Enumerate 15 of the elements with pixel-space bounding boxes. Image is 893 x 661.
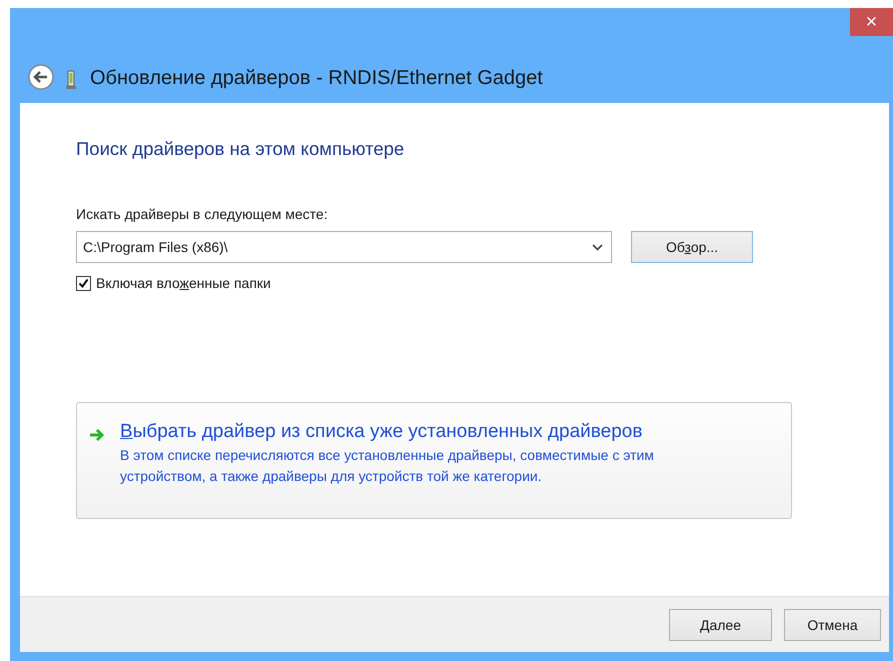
device-icon (66, 70, 76, 90)
location-label: Искать драйверы в следующем месте: (76, 206, 329, 222)
command-link-description: В этом списке перечисляются все установленные драйверы, совместимые с этим устройством, а также драйверы для устройств той же категории. (120, 446, 655, 486)
window-title: Обновление драйверов - RNDIS/Ethernet Gadget (90, 67, 543, 90)
checkmark-icon (78, 278, 89, 288)
back-icon[interactable] (28, 64, 54, 90)
subfolders-checkbox[interactable]: Включая вложенные папки (76, 275, 889, 291)
next-button[interactable]: Далее (669, 608, 772, 640)
arrow-icon (89, 428, 105, 442)
path-combobox[interactable]: C:\Program Files (x86)\ (76, 231, 612, 263)
close-button[interactable]: × (850, 8, 893, 36)
command-link[interactable]: Выбрать драйвер из списка уже установленных драйверов В этом списке перечисляются все установленные драйверы, совместимые с этим устройством, а также драйверы для устройств той же категории. (76, 402, 792, 519)
browse-button[interactable]: Обзор... (631, 231, 753, 263)
page-heading: Поиск драйверов на этом компьютере (76, 138, 406, 160)
cancel-button[interactable]: Отмена (784, 608, 881, 640)
